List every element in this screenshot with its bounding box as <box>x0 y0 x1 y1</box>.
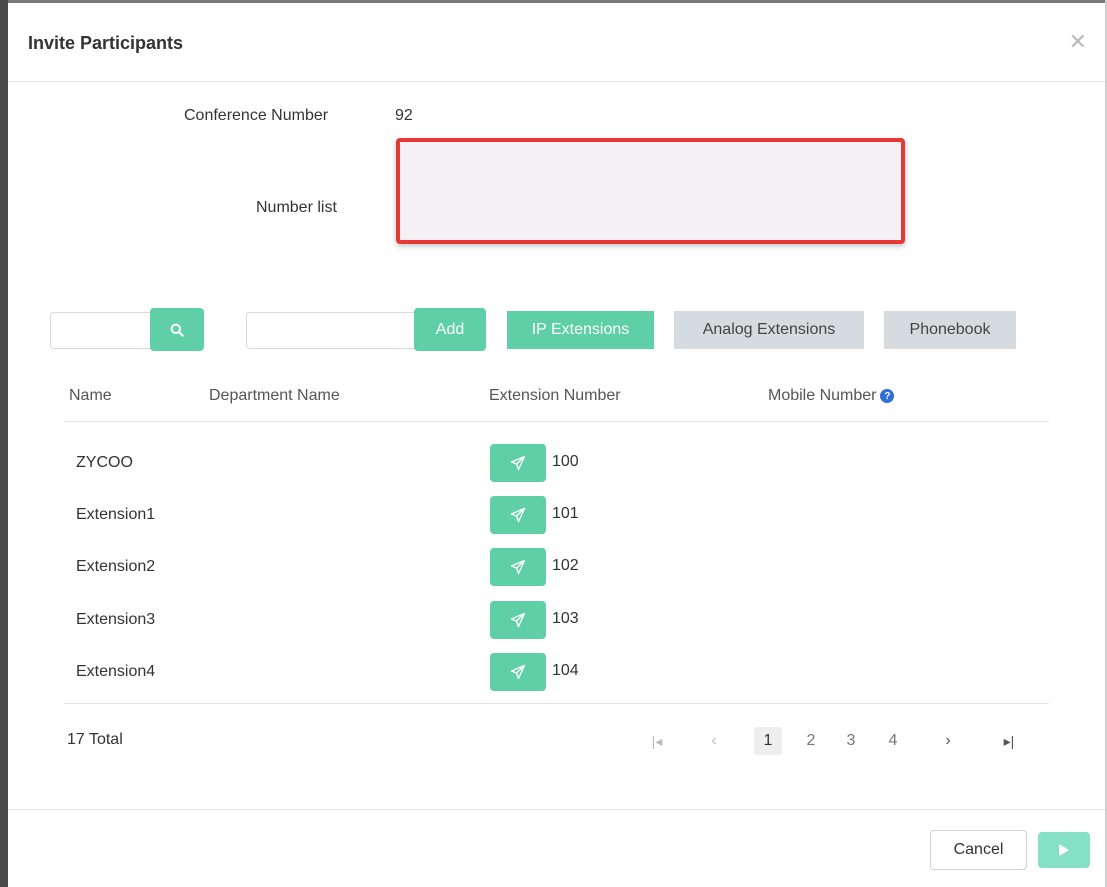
row-name: ZYCOO <box>76 454 133 471</box>
invite-participants-dialog: Invite Participants ✕ Conference Number … <box>8 3 1105 887</box>
call-button[interactable] <box>490 653 546 691</box>
paper-plane-icon <box>510 507 526 523</box>
column-header-mobile: Mobile Number ? <box>768 387 895 405</box>
page-1-button[interactable]: 1 <box>754 727 782 755</box>
page-4-button[interactable]: 4 <box>884 727 902 755</box>
search-button[interactable] <box>150 308 204 351</box>
row-extension: 103 <box>552 610 579 627</box>
call-button[interactable] <box>490 496 546 534</box>
next-page-icon[interactable]: › <box>938 727 958 755</box>
table-row: Extension4 104 <box>8 653 1105 693</box>
call-button[interactable] <box>490 444 546 482</box>
row-extension: 101 <box>552 505 579 522</box>
table-row: Extension1 101 <box>8 496 1105 536</box>
first-page-icon[interactable]: |◂ <box>646 727 668 755</box>
table-row: Extension2 102 <box>8 548 1105 588</box>
page-2-button[interactable]: 2 <box>802 727 820 755</box>
column-header-mobile-label: Mobile Number <box>768 387 877 404</box>
table-header-divider <box>64 421 1049 422</box>
tab-phonebook[interactable]: Phonebook <box>884 311 1016 349</box>
row-name: Extension2 <box>76 558 156 575</box>
table-row: Extension3 103 <box>8 601 1105 641</box>
tab-ip-extensions[interactable]: IP Extensions <box>507 311 654 349</box>
column-header-department: Department Name <box>209 387 340 404</box>
last-page-icon[interactable]: ▸| <box>998 727 1020 755</box>
row-name: Extension3 <box>76 611 156 628</box>
play-icon <box>1059 844 1069 856</box>
add-button[interactable]: Add <box>414 308 486 351</box>
close-icon[interactable]: ✕ <box>1069 31 1087 53</box>
page-3-button[interactable]: 3 <box>842 727 860 755</box>
search-input[interactable] <box>50 312 154 349</box>
dialog-title: Invite Participants <box>28 33 184 53</box>
total-count: 17 Total <box>67 731 123 748</box>
paper-plane-icon <box>510 455 526 471</box>
paper-plane-icon <box>510 612 526 628</box>
paper-plane-icon <box>510 559 526 575</box>
window-frame-left <box>0 0 8 887</box>
row-name: Extension4 <box>76 663 156 680</box>
paper-plane-icon <box>510 664 526 680</box>
tab-analog-extensions[interactable]: Analog Extensions <box>674 311 864 349</box>
row-extension: 102 <box>552 557 579 574</box>
number-list-label: Number list <box>256 199 337 216</box>
column-header-extension: Extension Number <box>489 387 621 404</box>
search-icon <box>170 323 184 337</box>
conference-number-value: 92 <box>395 107 413 124</box>
conference-number-label: Conference Number <box>184 107 329 124</box>
dialog-footer-divider <box>8 809 1105 810</box>
call-button[interactable] <box>490 601 546 639</box>
row-extension: 104 <box>552 662 579 679</box>
table-row: ZYCOO 100 <box>8 444 1105 484</box>
cancel-button[interactable]: Cancel <box>930 830 1027 870</box>
row-extension: 100 <box>552 453 579 470</box>
column-header-name: Name <box>69 387 112 404</box>
previous-page-icon[interactable]: ‹ <box>704 727 724 755</box>
add-number-input[interactable] <box>246 312 418 349</box>
start-button[interactable] <box>1038 832 1090 868</box>
dialog-header: Invite Participants ✕ <box>8 3 1105 82</box>
question-icon[interactable]: ? <box>880 389 895 403</box>
number-list-field[interactable] <box>396 138 905 244</box>
call-button[interactable] <box>490 548 546 586</box>
row-name: Extension1 <box>76 506 156 523</box>
table-footer-divider <box>64 703 1049 704</box>
